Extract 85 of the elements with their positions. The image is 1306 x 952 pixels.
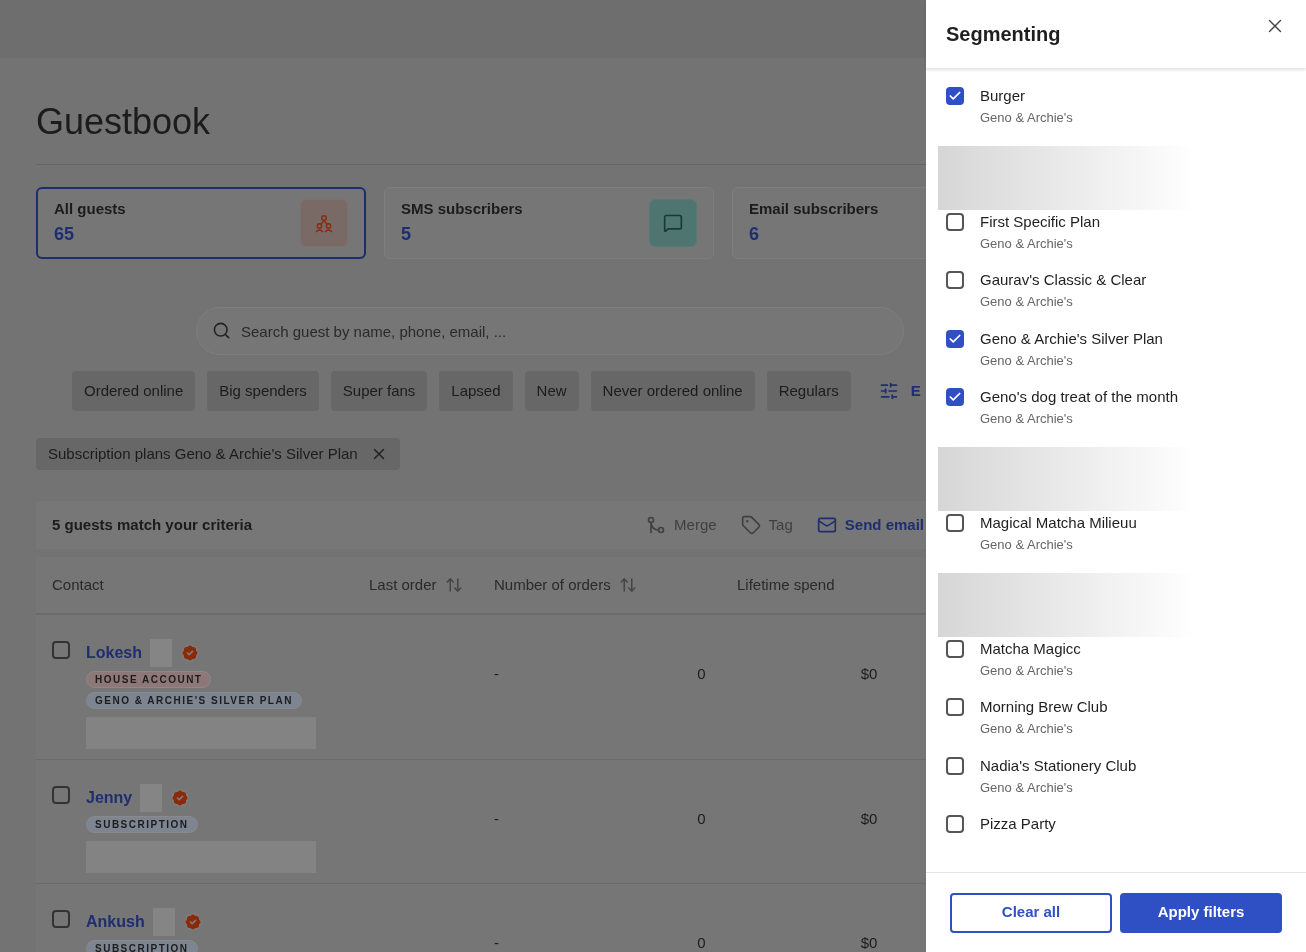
card-count: 6	[749, 222, 760, 246]
column-header: Contact	[52, 574, 104, 595]
guest-name-link[interactable]: Ankush	[86, 910, 145, 934]
card-label: Email subscribers	[749, 199, 879, 220]
plan-label[interactable]: Matcha Magicc	[980, 639, 1081, 660]
column-header: Number of orders	[494, 574, 611, 595]
plan-label[interactable]: First Specific Plan	[980, 212, 1101, 233]
plan-checkbox[interactable]	[946, 640, 964, 659]
plan-sublabel: Geno & Archie's	[980, 409, 1074, 428]
row-checkbox[interactable]	[52, 910, 70, 928]
quick-filter-chip[interactable]: Lapsed	[439, 371, 513, 411]
plan-label[interactable]: Geno & Archie's Silver Plan	[980, 328, 1163, 349]
search-field[interactable]: Search guest by name, phone, email, ...	[196, 307, 904, 355]
spend-cell-text: $0	[860, 809, 878, 829]
plan-checkbox[interactable]	[946, 87, 964, 105]
tag-icon	[740, 515, 761, 535]
quick-filter-chip[interactable]: Regulars	[766, 371, 851, 411]
results-summary: 5 guests match your criteria	[52, 514, 253, 535]
guest-tag: SUBSCRIPTION	[86, 940, 198, 952]
orders-cell-text: 0	[697, 664, 706, 684]
sliders-icon	[878, 381, 899, 401]
quick-filter-chip[interactable]: New	[524, 371, 579, 411]
quick-filter-chip[interactable]: Super fans	[330, 371, 428, 411]
card-count: 65	[54, 222, 76, 246]
guest-name-link[interactable]: Jenny	[86, 786, 133, 810]
plan-checkbox[interactable]	[946, 387, 964, 406]
plan-label[interactable]: Geno's dog treat of the month	[980, 386, 1178, 407]
plan-checkbox[interactable]	[946, 271, 964, 290]
guest-tag: HOUSE ACCOUNT	[86, 671, 212, 688]
check-icon	[948, 89, 962, 103]
plan-sublabel: Geno & Archie's	[980, 235, 1074, 254]
row-checkbox[interactable]	[52, 786, 70, 804]
plan-label[interactable]: Magical Matcha Milieuu	[980, 513, 1137, 533]
quick-filter-chip[interactable]: Big spenders	[207, 371, 319, 411]
orders-cell-text: 0	[697, 933, 706, 952]
last-order-cell-text: -	[494, 664, 499, 684]
people-icon	[314, 213, 334, 233]
page-title: Guestbook	[36, 104, 926, 165]
plan-label[interactable]: Morning Brew Club	[980, 697, 1108, 718]
plan-label[interactable]: Burger	[980, 86, 1073, 106]
card-label: SMS subscribers	[401, 199, 523, 220]
toolbar-action[interactable]: Send email	[816, 513, 924, 537]
merge-icon	[646, 515, 667, 535]
plan-checkbox[interactable]	[946, 329, 964, 348]
plan-label[interactable]: Nadia's Stationery Club	[980, 755, 1137, 776]
last-order-cell-text: -	[494, 933, 499, 952]
plan-label[interactable]: Gaurav's Classic & Clear	[980, 270, 1147, 291]
summary-card[interactable]: Email subscribers 6	[732, 187, 926, 259]
mail-icon	[816, 515, 837, 535]
guest-name-link[interactable]: Lokesh	[86, 641, 142, 665]
card-label: All guests	[54, 199, 126, 220]
spend-cell-text: $0	[860, 933, 878, 952]
plan-sublabel: Geno & Archie's	[980, 662, 1074, 681]
spend-cell-text: $0	[860, 664, 878, 684]
search-icon	[212, 321, 231, 340]
plan-checkbox[interactable]	[946, 213, 964, 232]
plan-checkbox[interactable]	[946, 756, 964, 775]
summary-card[interactable]: All guests 65	[36, 187, 366, 259]
panel-title: Segmenting	[946, 22, 1061, 47]
card-count: 5	[401, 222, 412, 246]
clear-all-button[interactable]: Clear all	[950, 892, 1113, 933]
plan-sublabel: Geno & Archie's	[980, 293, 1074, 312]
plan-sublabel: Geno & Archie's	[980, 109, 1073, 127]
plan-label[interactable]: Pizza Party	[980, 813, 1056, 834]
orders-cell-text: 0	[697, 809, 706, 829]
apply-filters-button[interactable]: Apply filters	[1120, 892, 1282, 933]
summary-card[interactable]: SMS subscribers 5	[384, 187, 714, 259]
plan-sublabel: Geno & Archie's	[980, 351, 1074, 370]
plan-checkbox[interactable]	[946, 698, 964, 717]
guest-tag: SUBSCRIPTION	[86, 816, 198, 833]
plan-sublabel: Geno & Archie's	[980, 778, 1074, 797]
column-header: Last order	[369, 574, 437, 595]
filter-button[interactable]: E	[878, 379, 921, 403]
chat-icon	[663, 213, 683, 233]
plan-checkbox[interactable]	[946, 814, 964, 833]
plan-sublabel: Geno & Archie's	[980, 536, 1074, 554]
row-checkbox[interactable]	[52, 641, 70, 659]
quick-filter-chip[interactable]: Never ordered online	[590, 371, 755, 411]
filter-chip-label: Subscription plans Geno & Archie's Silver Plan	[48, 443, 358, 464]
last-order-cell-text: -	[494, 809, 499, 829]
quick-filter-chip[interactable]: Ordered online	[72, 371, 196, 411]
column-header: Lifetime spend	[737, 574, 835, 595]
plan-checkbox[interactable]	[946, 514, 964, 532]
guest-tag: GENO & ARCHIE'S SILVER PLAN	[86, 692, 302, 709]
plan-sublabel: Geno & Archie's	[980, 720, 1074, 739]
